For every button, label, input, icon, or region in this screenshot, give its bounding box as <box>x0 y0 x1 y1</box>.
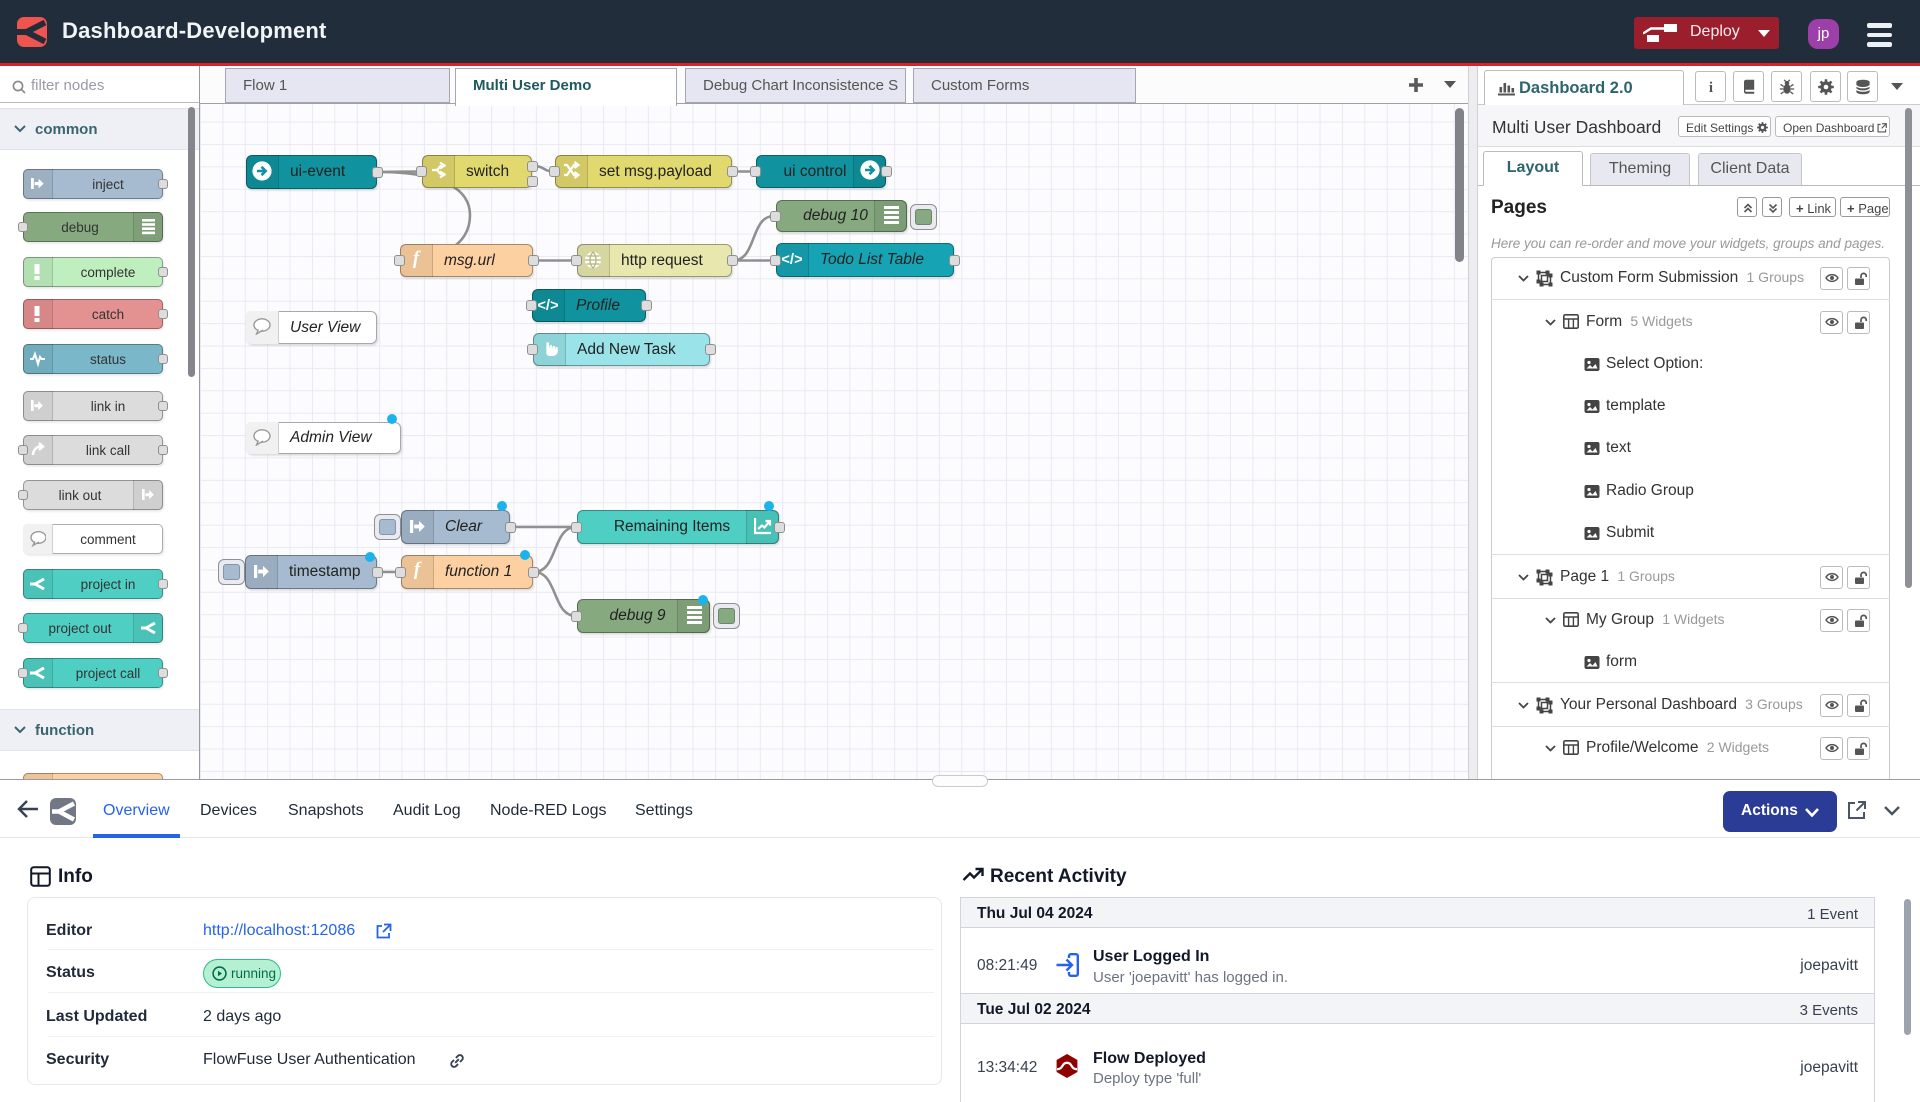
svg-text:</>: </> <box>538 297 558 314</box>
svg-text:</>: </> <box>782 251 802 268</box>
svg-text:i: i <box>1709 80 1713 95</box>
svg-text:f: f <box>413 249 421 269</box>
svg-text:f: f <box>414 560 422 580</box>
